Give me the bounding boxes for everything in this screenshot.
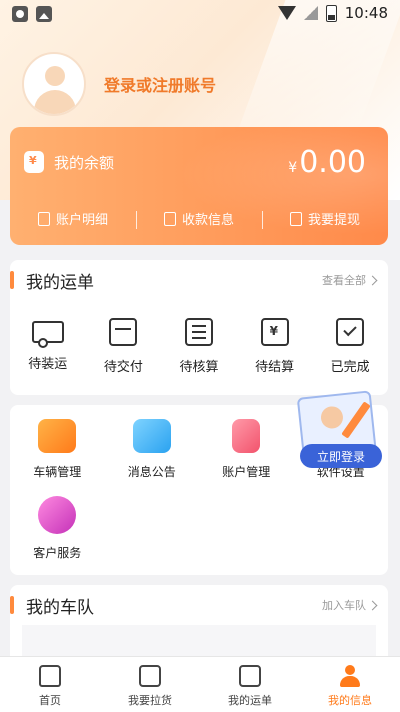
join-fleet-label: 加入车队 — [322, 599, 366, 612]
download-icon — [163, 211, 176, 226]
chevron-right-icon — [367, 600, 378, 610]
balance-value: 0.00 — [299, 145, 366, 180]
status-bar: 10:48 — [0, 0, 400, 28]
order-status-completed[interactable]: 已完成 — [312, 318, 388, 375]
order-status-label: 已完成 — [330, 360, 370, 375]
order-status-label: 待结算 — [255, 360, 295, 375]
tab-label: 我的信息 — [328, 694, 372, 707]
avatar-body — [34, 90, 76, 114]
checklist-icon — [184, 318, 213, 346]
orders-card: 我的运单 查看全部 待装运 待交付 待核算 待结算 已完成 — [10, 260, 388, 395]
view-all-label: 查看全部 — [322, 274, 366, 287]
payment-info-label: 收款信息 — [181, 213, 234, 228]
login-now-button[interactable]: 立即登录 — [300, 444, 382, 468]
withdraw-button[interactable]: 我要提现 — [262, 209, 388, 229]
orders-title: 我的运单 — [26, 272, 94, 293]
image-notification-icon — [36, 6, 52, 22]
truck-gear-icon — [38, 419, 77, 453]
settlement-icon — [260, 318, 289, 346]
order-status-label: 待装运 — [28, 357, 68, 372]
fleet-title: 我的车队 — [26, 597, 94, 618]
orders-header: 我的运单 查看全部 — [10, 260, 388, 300]
delivery-card-icon — [109, 318, 138, 346]
tab-home[interactable]: 首页 — [0, 657, 100, 712]
login-register-link[interactable]: 登录或注册账号 — [104, 72, 216, 96]
wifi-icon — [277, 6, 296, 20]
order-status-to-settle[interactable]: 待结算 — [237, 318, 313, 375]
profile-header[interactable]: 登录或注册账号 — [22, 52, 216, 116]
cargo-box-icon — [139, 665, 161, 687]
order-status-label: 待交付 — [103, 360, 143, 375]
order-status-to-deliver[interactable]: 待交付 — [86, 318, 162, 375]
order-status-to-ship[interactable]: 待装运 — [10, 318, 86, 375]
signal-icon — [303, 6, 318, 20]
withdraw-label: 我要提现 — [307, 213, 360, 228]
tab-my-info[interactable]: 我的信息 — [300, 657, 400, 712]
fleet-header: 我的车队 加入车队 — [10, 585, 388, 625]
fleet-card: 我的车队 加入车队 — [10, 585, 388, 665]
chevron-right-icon — [367, 275, 378, 285]
account-detail-button[interactable]: 账户明细 — [10, 209, 136, 228]
bill-icon — [37, 211, 50, 226]
payment-info-button[interactable]: 收款信息 — [136, 209, 262, 229]
home-icon — [39, 665, 61, 687]
battery-icon — [325, 4, 337, 22]
tab-cargo[interactable]: 我要拉货 — [100, 657, 200, 712]
customer-service-button[interactable]: 客户服务 — [10, 496, 105, 561]
clipboard-icon — [239, 665, 261, 687]
status-time: 10:48 — [344, 4, 388, 22]
tab-label: 首页 — [39, 694, 61, 707]
notice-button[interactable]: 消息公告 — [105, 419, 200, 480]
wallet-icon — [24, 151, 44, 173]
tab-label: 我的运单 — [228, 694, 272, 707]
balance-card: 我的余额 ¥ 0.00 账户明细 收款信息 我要提现 — [10, 127, 388, 245]
order-status-row: 待装运 待交付 待核算 待结算 已完成 — [10, 318, 388, 375]
tab-label: 我要拉货 — [128, 694, 172, 707]
person-illustration-icon — [319, 405, 345, 430]
join-fleet-link[interactable]: 加入车队 — [322, 597, 378, 613]
section-accent-bar — [10, 271, 14, 289]
bottom-tab-bar: 首页 我要拉货 我的运单 我的信息 — [0, 656, 400, 712]
tab-orders[interactable]: 我的运单 — [200, 657, 300, 712]
balance-actions: 账户明细 收款信息 我要提现 — [10, 209, 388, 229]
avatar[interactable] — [22, 52, 86, 116]
avatar-head — [45, 66, 65, 86]
currency-symbol: ¥ — [288, 160, 298, 176]
message-icon — [132, 419, 171, 453]
floating-login-widget[interactable]: 立即登录 — [296, 390, 386, 470]
tool-label: 车辆管理 — [33, 465, 82, 479]
truck-icon — [31, 321, 64, 348]
withdraw-icon — [289, 211, 302, 226]
tool-label: 消息公告 — [127, 465, 176, 479]
headset-icon — [38, 496, 77, 534]
account-management-button[interactable]: 账户管理 — [199, 419, 294, 480]
section-accent-bar — [10, 596, 14, 614]
account-detail-label: 账户明细 — [55, 213, 108, 228]
vehicle-management-button[interactable]: 车辆管理 — [10, 419, 105, 480]
tool-label: 客户服务 — [33, 546, 82, 560]
clipboard-check-icon — [336, 318, 365, 346]
balance-amount: ¥ 0.00 — [288, 145, 366, 180]
view-all-link[interactable]: 查看全部 — [322, 272, 378, 288]
user-icon — [339, 665, 361, 687]
tool-label: 账户管理 — [222, 465, 271, 479]
balance-label: 我的余额 — [54, 154, 115, 172]
settings-notification-icon — [12, 6, 28, 22]
account-book-icon — [232, 419, 261, 453]
order-status-to-verify[interactable]: 待核算 — [161, 318, 237, 375]
order-status-label: 待核算 — [179, 360, 219, 375]
